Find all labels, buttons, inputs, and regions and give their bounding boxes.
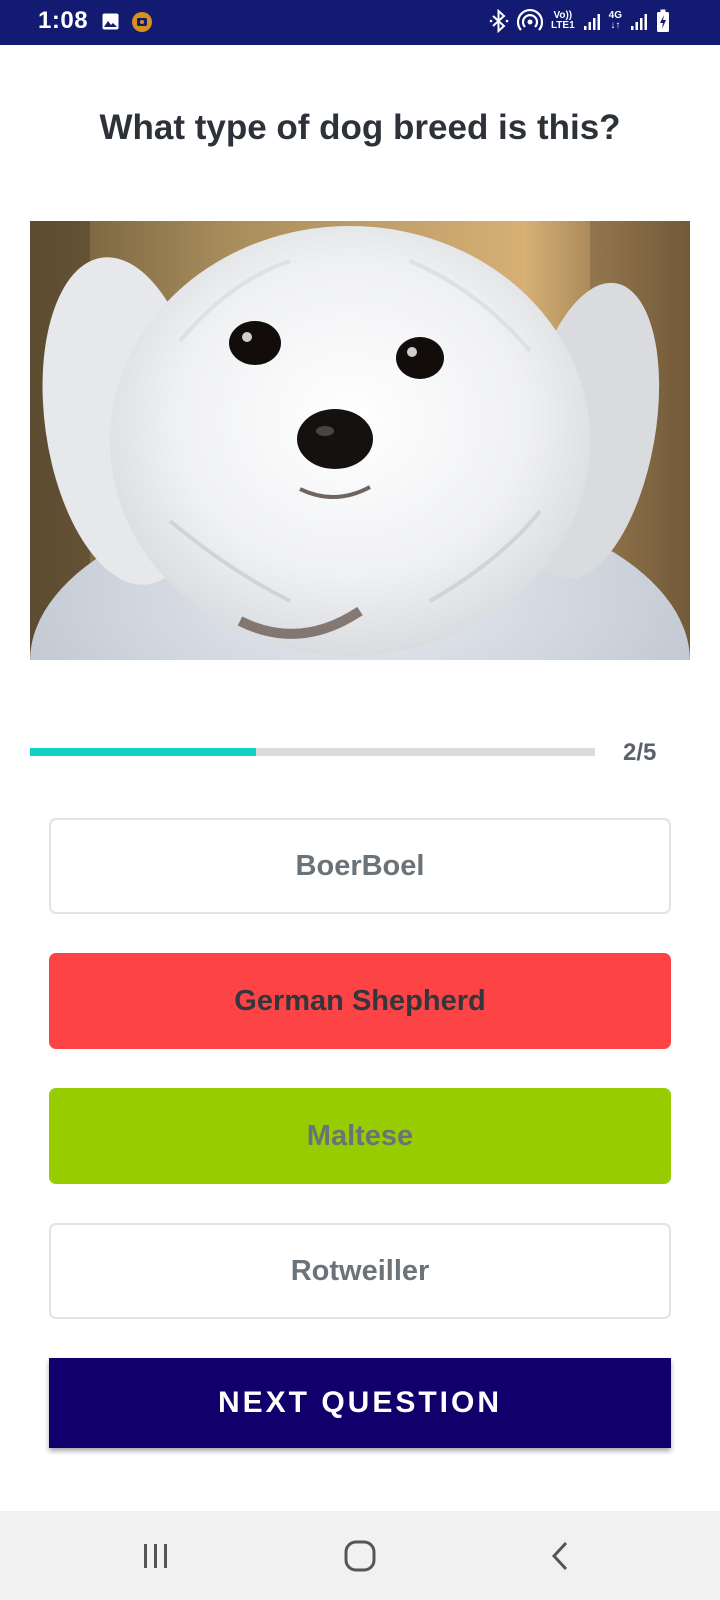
home-icon: [344, 1540, 376, 1571]
answer-label: Rotweiller: [290, 1254, 430, 1287]
next-question-button[interactable]: NEXT QUESTION: [49, 1358, 671, 1448]
lte-label: LTE1: [550, 20, 575, 31]
answer-option-boerboel[interactable]: BoerBoel: [49, 818, 671, 914]
answer-label: BoerBoel: [295, 849, 425, 882]
answer-option-maltese[interactable]: Maltese: [49, 1088, 671, 1184]
home-button[interactable]: [324, 1511, 396, 1600]
bluetooth-icon: [489, 9, 509, 33]
signal-icon: [583, 14, 600, 30]
next-question-label: NEXT QUESTION: [217, 1386, 503, 1419]
hotspot-icon: [516, 9, 543, 31]
question-text: What type of dog breed is this?: [99, 108, 621, 147]
progress-text: 2/5: [623, 739, 657, 766]
answer-option-german-shepherd[interactable]: German Shepherd: [49, 953, 671, 1049]
navigation-bar: [0, 1511, 720, 1600]
answer-option-rotweiller[interactable]: Rotweiller: [49, 1223, 671, 1319]
answer-label: Maltese: [306, 1119, 414, 1152]
status-time: 1:08: [38, 7, 89, 34]
battery-icon: [657, 9, 669, 32]
back-icon: [551, 1541, 568, 1570]
status-right-group: Vo)) LTE1 4G ↓↑: [489, 9, 670, 33]
network-type: 4G ↓↑: [608, 10, 622, 31]
signal-icon-2: [631, 14, 647, 30]
progress-fill: [30, 748, 256, 756]
dog-illustration: [30, 221, 690, 660]
answer-label: German Shepherd: [234, 984, 486, 1017]
recent-apps-icon: [144, 1543, 167, 1568]
progress-bar: [30, 748, 595, 756]
volte-indicator: Vo)) LTE1: [551, 11, 575, 31]
status-bar: 1:08 Vo)) LTE1 4G ↓↑: [0, 0, 720, 45]
dog-photo: [30, 221, 690, 660]
back-button[interactable]: [524, 1511, 596, 1600]
gallery-icon: [102, 13, 119, 30]
recent-apps-button[interactable]: [120, 1511, 192, 1600]
screen-record-icon: [132, 12, 152, 32]
